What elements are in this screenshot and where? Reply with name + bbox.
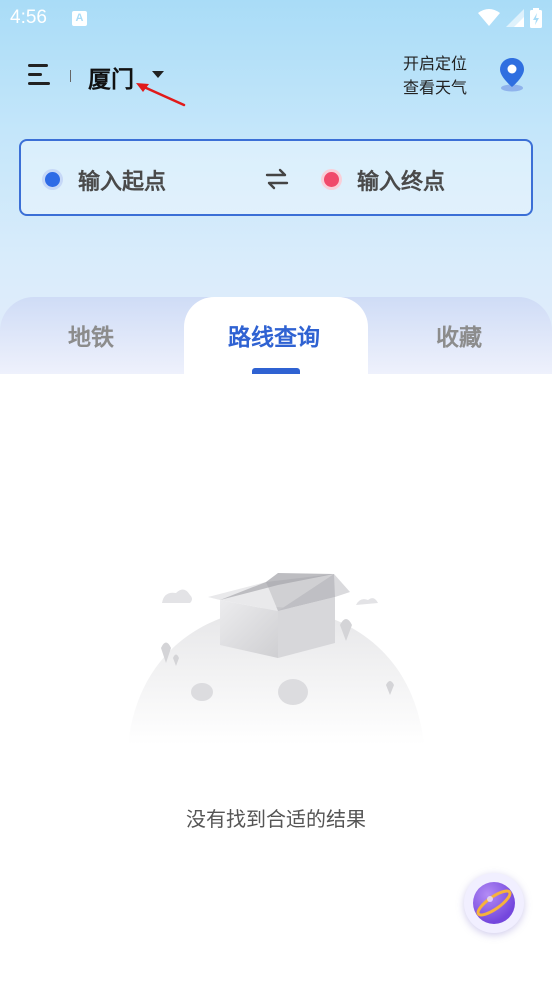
signal-icon bbox=[506, 9, 524, 27]
notification-icon: A bbox=[72, 11, 87, 26]
end-dot-icon bbox=[324, 172, 339, 187]
caret-down-icon[interactable] bbox=[152, 71, 164, 78]
enable-location-prompt[interactable]: 开启定位 查看天气 bbox=[403, 52, 467, 100]
end-point-input[interactable]: 输入终点 bbox=[357, 164, 445, 196]
status-icons bbox=[478, 8, 542, 28]
empty-box-illustration bbox=[128, 573, 424, 745]
status-bar: 4:56 A bbox=[0, 0, 552, 38]
start-point-input[interactable]: 输入起点 bbox=[78, 164, 166, 196]
tab-favorites[interactable]: 收藏 bbox=[436, 318, 482, 352]
battery-icon bbox=[530, 8, 542, 28]
header-divider bbox=[70, 70, 71, 82]
planet-icon bbox=[473, 882, 515, 924]
empty-state-message: 没有找到合适的结果 bbox=[186, 807, 366, 831]
swap-arrows-icon[interactable] bbox=[264, 167, 290, 191]
location-pin-icon[interactable] bbox=[497, 56, 527, 92]
hamburger-icon[interactable] bbox=[28, 64, 52, 86]
start-dot-icon bbox=[45, 172, 60, 187]
annotation-arrow-icon bbox=[136, 83, 186, 107]
wifi-icon bbox=[478, 9, 500, 26]
route-input-box: 输入起点 输入终点 bbox=[19, 139, 533, 216]
status-time: 4:56 bbox=[10, 7, 47, 28]
tab-subway[interactable]: 地铁 bbox=[68, 318, 114, 352]
location-line-2: 查看天气 bbox=[403, 78, 468, 97]
city-selector[interactable]: 厦门 bbox=[88, 60, 134, 94]
floating-action-button[interactable] bbox=[464, 873, 524, 933]
location-line-1: 开启定位 bbox=[403, 54, 468, 73]
tab-route-query[interactable]: 路线查询 bbox=[228, 318, 320, 352]
